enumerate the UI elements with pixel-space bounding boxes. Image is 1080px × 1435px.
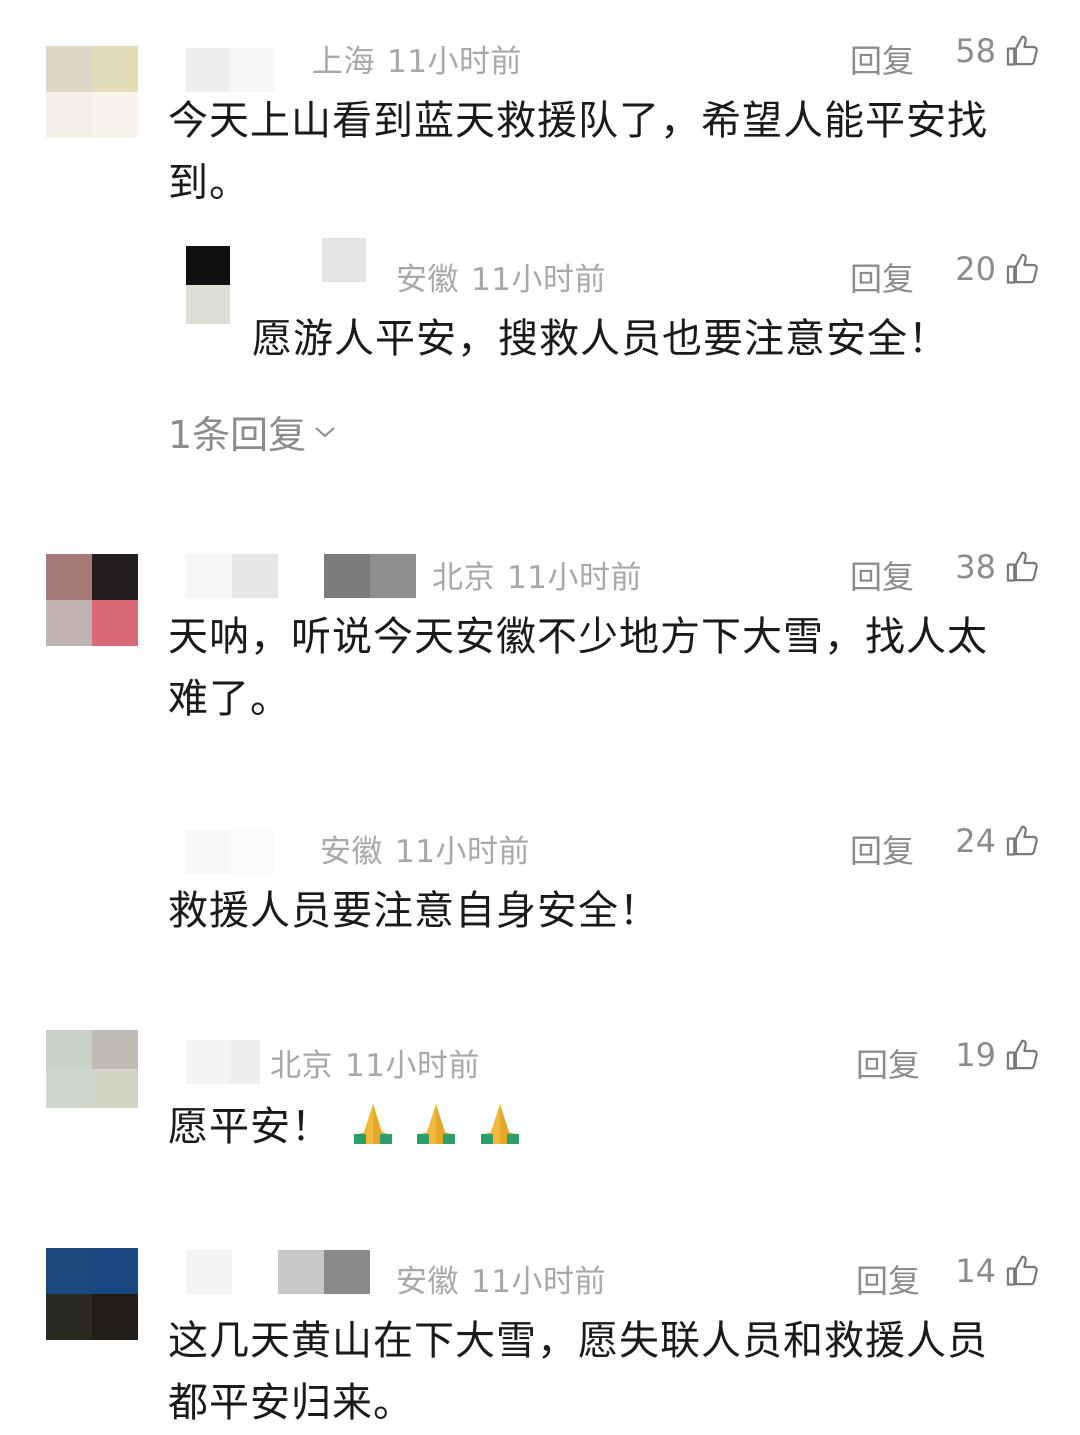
- timestamp: 11小时前: [471, 1264, 606, 1300]
- reply-button[interactable]: 回复: [856, 1040, 920, 1086]
- expand-replies-label: 1条回复: [168, 413, 307, 457]
- timestamp: 11小时前: [507, 560, 642, 596]
- like-button[interactable]: 19: [955, 1036, 1042, 1074]
- reply-button[interactable]: 回复: [850, 826, 914, 872]
- like-count: 38: [955, 548, 996, 586]
- reply-reply-button[interactable]: 回复: [850, 254, 914, 300]
- reply-username-blurred[interactable]: [322, 238, 366, 282]
- thumbs-up-icon: [1006, 1039, 1038, 1070]
- location: 安徽: [320, 834, 383, 870]
- username-blurred[interactable]: [186, 1250, 370, 1294]
- comment-meta: 安徽 11小时前: [320, 826, 530, 871]
- timestamp: 11小时前: [395, 834, 530, 870]
- username-blurred[interactable]: [186, 48, 314, 92]
- folded-hands-icon: [417, 1104, 456, 1144]
- comment-text: 天呐，听说今天安徽不少地方下大雪，找人太难了。: [168, 614, 988, 722]
- reply-text: 愿游人平安，搜救人员也要注意安全！: [252, 316, 949, 362]
- comment-meta: 安徽 11小时前: [396, 1256, 606, 1301]
- comment-text: 这几天黄山在下大雪，愿失联人员和救援人员都平安归来。: [168, 1318, 988, 1426]
- comment-text-main: 愿平安！: [168, 1104, 332, 1150]
- reply-timestamp: 11小时前: [471, 262, 606, 298]
- thumbs-up-icon: [1006, 1255, 1038, 1286]
- like-button[interactable]: 58: [955, 32, 1042, 70]
- like-count: 19: [955, 1036, 996, 1074]
- timestamp: 11小时前: [387, 44, 522, 80]
- reply-button[interactable]: 回复: [856, 1256, 920, 1302]
- comment-meta: 北京 11小时前: [270, 1040, 480, 1085]
- reply-avatar[interactable]: [186, 246, 230, 324]
- timestamp: 11小时前: [345, 1048, 480, 1084]
- thumbs-up-icon: [1006, 253, 1038, 284]
- avatar[interactable]: [46, 46, 138, 138]
- location: 北京: [270, 1048, 333, 1084]
- comment-text: 救援人员要注意自身安全！: [168, 888, 660, 934]
- reply-location: 安徽: [396, 262, 459, 298]
- folded-hands-icon: [481, 1104, 520, 1144]
- chevron-down-icon: [315, 426, 335, 437]
- thumbs-up-icon: [1006, 551, 1038, 582]
- comment-meta: 北京 11小时前: [432, 552, 642, 597]
- avatar[interactable]: [46, 1248, 138, 1340]
- location: 安徽: [396, 1264, 459, 1300]
- reply-like-count: 20: [955, 250, 996, 288]
- like-count: 58: [955, 32, 996, 70]
- reply-button[interactable]: 回复: [850, 552, 914, 598]
- username-blurred[interactable]: [186, 830, 274, 874]
- avatar[interactable]: [46, 1030, 138, 1108]
- like-button[interactable]: 38: [955, 548, 1042, 586]
- location: 上海: [312, 44, 375, 80]
- comment-text: 愿平安！ 🙏🙏🙏: [168, 1096, 1020, 1158]
- reply-button[interactable]: 回复: [850, 36, 914, 82]
- avatar[interactable]: [46, 806, 138, 898]
- like-count: 14: [955, 1252, 996, 1290]
- folded-hands-icon: [353, 1104, 392, 1144]
- username-blurred[interactable]: [186, 1040, 260, 1084]
- reply-like-button[interactable]: 20: [955, 250, 1042, 288]
- comment-meta: 上海 11小时前: [312, 36, 522, 81]
- thumbs-up-icon: [1006, 825, 1038, 856]
- username-blurred[interactable]: [186, 554, 416, 598]
- like-button[interactable]: 24: [955, 822, 1042, 860]
- location: 北京: [432, 560, 495, 596]
- comment-item: 上海 11小时前 回复 58 今天上山看到蓝天救援队了，希望人能平安找到。 安徽 1…: [0, 0, 1080, 470]
- comment-text: 今天上山看到蓝天救援队了，希望人能平安找到。: [168, 98, 988, 206]
- avatar[interactable]: [46, 554, 138, 646]
- expand-replies-button[interactable]: 1条回复: [168, 404, 336, 459]
- thumbs-up-icon: [1006, 35, 1038, 66]
- like-button[interactable]: 14: [955, 1252, 1042, 1290]
- reply-meta: 安徽 11小时前: [396, 254, 606, 299]
- like-count: 24: [955, 822, 996, 860]
